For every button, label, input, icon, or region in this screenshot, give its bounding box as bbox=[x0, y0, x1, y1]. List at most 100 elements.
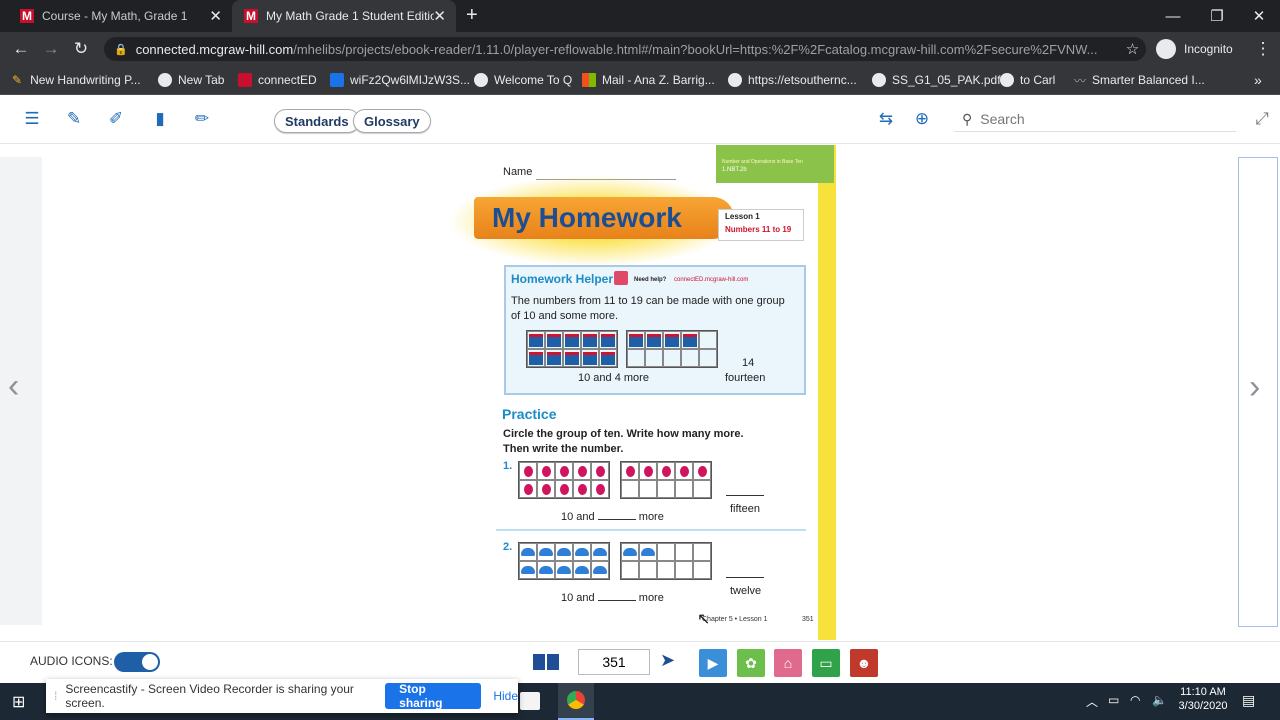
omnibox[interactable]: 🔒 connected.mcgraw-hill.com/mhelibs/proj… bbox=[104, 37, 1146, 61]
store-icon[interactable] bbox=[520, 692, 540, 710]
bookmark-label: Smarter Balanced I... bbox=[1092, 73, 1205, 87]
helper-text: The numbers from 11 to 19 can be made wi… bbox=[511, 295, 785, 322]
url-text[interactable]: connected.mcgraw-hill.com/mhelibs/projec… bbox=[136, 42, 1116, 57]
reload-icon[interactable]: ↻ bbox=[68, 36, 94, 62]
bookmark-item[interactable]: connectED bbox=[238, 71, 317, 89]
bookmark-item[interactable]: wiFz2Qw6lMIJzW3S... bbox=[330, 71, 470, 89]
person-icon[interactable]: ☻ bbox=[850, 649, 878, 677]
bookmark-label: https://etsouthernc... bbox=[748, 73, 857, 87]
minimize-icon[interactable]: — bbox=[1150, 0, 1196, 32]
bookmark-item[interactable]: Welcome To Q bbox=[474, 71, 572, 89]
pencil-icon[interactable]: ✏ bbox=[190, 107, 214, 131]
bookmark-icon[interactable]: ▮ bbox=[148, 107, 172, 131]
tab-course[interactable]: M Course - My Math, Grade 1 ✕ bbox=[8, 0, 232, 32]
bookmark-item[interactable]: to Carl bbox=[1000, 71, 1055, 89]
next-page-pane[interactable]: › bbox=[1238, 157, 1278, 627]
search-input[interactable] bbox=[978, 110, 1223, 128]
problem-number: 1. bbox=[503, 460, 513, 472]
go-arrow-icon[interactable]: ➤ bbox=[660, 650, 675, 671]
tab-title: Course - My Math, Grade 1 bbox=[42, 9, 188, 23]
location-icon bbox=[330, 73, 344, 87]
number-word: twelve bbox=[730, 585, 762, 597]
drag-handle-icon[interactable]: ⁞ bbox=[54, 689, 57, 703]
ten-frame-full bbox=[518, 461, 610, 499]
close-window-icon[interactable]: ✕ bbox=[1236, 0, 1280, 32]
problem-sentence: 10 and more bbox=[561, 592, 664, 604]
incognito-icon bbox=[1156, 39, 1176, 59]
answer-blank[interactable] bbox=[597, 519, 636, 520]
mcgraw-hill-icon: M bbox=[244, 9, 258, 23]
audio-icons-toggle[interactable] bbox=[114, 652, 160, 672]
incognito-indicator[interactable]: Incognito bbox=[1156, 38, 1233, 60]
back-icon[interactable]: ← bbox=[8, 36, 34, 62]
url-path: /mhelibs/projects/ebook-reader/1.11.0/pl… bbox=[293, 41, 1098, 57]
table-of-contents-icon[interactable]: ☰ bbox=[20, 107, 44, 131]
chevron-left-icon[interactable]: ‹ bbox=[8, 367, 19, 406]
globe-icon bbox=[1000, 73, 1014, 87]
chevron-right-icon[interactable]: › bbox=[1249, 368, 1260, 407]
chrome-taskbar-button[interactable] bbox=[558, 683, 594, 720]
pen-icon[interactable]: ✐ bbox=[104, 107, 128, 131]
page-edge-strip bbox=[818, 145, 836, 640]
bookmark-item[interactable]: ✎ New Handwriting P... bbox=[12, 71, 141, 89]
bookmark-item[interactable]: New Tab bbox=[158, 71, 224, 89]
previous-page-pane[interactable]: ‹ bbox=[0, 157, 42, 625]
page-number-label: 351 bbox=[802, 616, 814, 623]
incognito-label: Incognito bbox=[1184, 42, 1233, 56]
bookmark-item[interactable]: https://etsouthernc... bbox=[728, 71, 857, 89]
signature-icon: 〰 bbox=[1074, 73, 1087, 88]
answer-line[interactable] bbox=[726, 577, 764, 578]
notification-text: Screencastify - Screen Video Recorder is… bbox=[65, 682, 354, 710]
wifi-icon[interactable]: ◠ bbox=[1130, 693, 1140, 707]
restore-icon[interactable]: ❐ bbox=[1194, 0, 1240, 32]
glossary-button[interactable]: Glossary bbox=[353, 109, 431, 133]
notifications-icon[interactable]: ▤ bbox=[1242, 692, 1255, 709]
page-number-input[interactable] bbox=[578, 649, 650, 675]
play-video-icon[interactable]: ▶ bbox=[699, 649, 727, 677]
ten-frame-partial bbox=[626, 330, 718, 368]
windows-start-icon[interactable]: ⊞ bbox=[12, 692, 25, 712]
volume-icon[interactable]: 🔈 bbox=[1152, 693, 1167, 707]
bookmark-item[interactable]: Mail - Ana Z. Barrig... bbox=[582, 71, 715, 89]
standard-domain: Number and Operations in Base Ten bbox=[722, 159, 803, 165]
stop-sharing-button[interactable]: Stop sharing bbox=[385, 682, 482, 710]
bookmarks-bar: ✎ New Handwriting P... New Tab connectED … bbox=[0, 66, 1280, 95]
pencil-icon: ✎ bbox=[12, 73, 23, 87]
bookmark-label: Mail - Ana Z. Barrig... bbox=[602, 73, 715, 87]
highlighter-icon[interactable]: ✎ bbox=[62, 107, 86, 131]
zoom-in-icon[interactable]: ⊕ bbox=[910, 107, 934, 131]
star-icon[interactable]: ☆ bbox=[1126, 40, 1139, 58]
menu-icon[interactable]: ⋮ bbox=[1250, 36, 1276, 62]
close-icon[interactable]: ✕ bbox=[433, 7, 446, 25]
home-icon[interactable]: ⌂ bbox=[774, 649, 802, 677]
answer-line[interactable] bbox=[726, 495, 764, 496]
new-tab-button[interactable]: + bbox=[466, 4, 478, 27]
search-box: ⚲ bbox=[954, 107, 1236, 132]
lesson-box: Lesson 1 Numbers 11 to 19 bbox=[718, 209, 804, 241]
help-link[interactable]: connectED.mcgraw-hill.com bbox=[674, 277, 748, 283]
clock[interactable]: 11:10 AM 3/30/2020 bbox=[1176, 686, 1230, 712]
close-icon[interactable]: ✕ bbox=[209, 7, 222, 25]
hide-button[interactable]: Hide bbox=[493, 689, 518, 703]
tray-chevron-icon[interactable]: ︿ bbox=[1086, 693, 1098, 710]
two-page-view-icon[interactable] bbox=[533, 654, 559, 670]
tools-icon[interactable]: ✿ bbox=[737, 649, 765, 677]
answer-blank[interactable] bbox=[597, 600, 636, 601]
instructions-line-1: Circle the group of ten. Write how many … bbox=[503, 428, 744, 440]
game-controller-icon[interactable]: ▭ bbox=[812, 649, 840, 677]
clock-time: 11:10 AM bbox=[1180, 686, 1226, 698]
fit-width-icon[interactable]: ⇆ bbox=[874, 107, 898, 131]
standards-button[interactable]: Standards bbox=[274, 109, 360, 133]
mcgraw-hill-icon: M bbox=[20, 9, 34, 23]
bookmark-label: wiFz2Qw6lMIJzW3S... bbox=[350, 73, 471, 87]
battery-icon[interactable]: ▭ bbox=[1108, 693, 1119, 707]
ehelp-icon[interactable] bbox=[614, 271, 628, 285]
fullscreen-icon[interactable]: ⤢ bbox=[1250, 107, 1274, 131]
forward-icon[interactable]: → bbox=[38, 36, 64, 62]
more-bookmarks-button[interactable]: » bbox=[1254, 71, 1262, 89]
bookmark-label: Welcome To Q bbox=[494, 73, 573, 87]
clock-date: 3/30/2020 bbox=[1178, 700, 1228, 712]
bookmark-item[interactable]: 〰 Smarter Balanced I... bbox=[1074, 71, 1205, 89]
bookmark-item[interactable]: SS_G1_05_PAK.pdf bbox=[872, 71, 1001, 89]
tab-student-edition[interactable]: M My Math Grade 1 Student Edition ✕ bbox=[232, 0, 456, 32]
